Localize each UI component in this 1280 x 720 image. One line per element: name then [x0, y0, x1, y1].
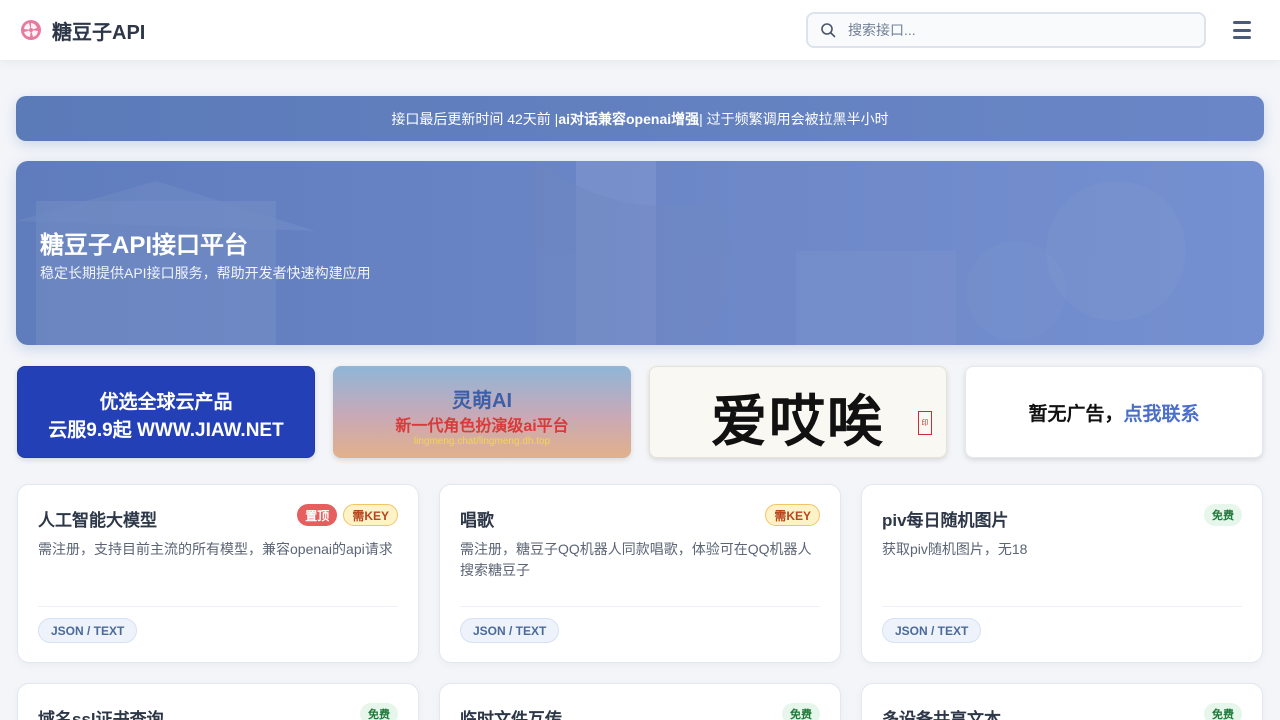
notice-text-3: | 过于频繁调用会被拉黑半小时 — [699, 110, 889, 127]
card-badges: 免费 — [1204, 703, 1242, 720]
card-title: 人工智能大模型 — [38, 511, 157, 530]
needs-key-badge: 需KEY — [343, 504, 398, 526]
api-card-piv[interactable]: piv每日随机图片 免费 获取piv随机图片，无18 JSON / TEXT — [861, 484, 1263, 663]
notice-text-1: 接口最后更新时间 42天前 | — [391, 110, 559, 127]
needs-key-badge: 需KEY — [765, 504, 820, 526]
brand-title[interactable]: 糖豆子API — [52, 16, 145, 45]
notice-banner: 接口最后更新时间 42天前 | ai对话兼容openai增强 | 过于频繁调用会… — [16, 96, 1264, 141]
card-divider — [460, 606, 820, 607]
card-description: 获取piv随机图片，无18 — [882, 541, 1028, 557]
card-badges: 免费 — [1204, 504, 1242, 526]
api-card-ssl[interactable]: 域名ssl证书查询 免费 — [17, 683, 419, 720]
ad-contact-link[interactable]: 点我联系 — [1124, 399, 1200, 426]
api-card-shared-text[interactable]: 多设备共享文本 免费 — [861, 683, 1263, 720]
menu-bar — [1233, 36, 1251, 39]
format-tag: JSON / TEXT — [882, 618, 982, 643]
card-title: 域名ssl证书查询 — [38, 710, 164, 720]
top-header: 糖豆子API — [0, 0, 1280, 60]
card-title: piv每日随机图片 — [882, 511, 1009, 530]
free-badge: 免费 — [1204, 703, 1242, 720]
card-badges: 免费 — [360, 703, 398, 720]
hero-banner: 糖豆子API接口平台 稳定长期提供API接口服务，帮助开发者快速构建应用 — [16, 161, 1264, 345]
candy-logo-icon[interactable] — [20, 19, 42, 41]
ad-lingmeng-line1: 灵萌AI — [452, 390, 512, 412]
card-badges: 需KEY — [765, 504, 820, 526]
ad-lingmeng-line3: lingmeng.chat/lingmeng.dh.top — [413, 436, 551, 447]
menu-bar — [1233, 28, 1251, 32]
hamburger-menu-icon[interactable] — [1232, 20, 1252, 40]
card-title: 唱歌 — [460, 511, 494, 530]
format-tag: JSON / TEXT — [38, 618, 138, 643]
ad-cloud-line1: 优选全球云产品 — [99, 392, 233, 413]
card-title: 多设备共享文本 — [882, 710, 1001, 720]
card-title: 临时文件互传 — [460, 710, 562, 720]
card-badges: 置顶 需KEY — [297, 504, 398, 526]
search-icon — [821, 23, 836, 38]
seal-stamp-icon: 印 — [918, 411, 932, 435]
format-tag: JSON / TEXT — [460, 618, 560, 643]
free-badge: 免费 — [782, 703, 820, 720]
free-badge: 免费 — [360, 703, 398, 720]
api-card-file-transfer[interactable]: 临时文件互传 免费 — [439, 683, 841, 720]
card-divider — [38, 606, 398, 607]
ad-empty-text: 暂无广告， — [1028, 403, 1124, 425]
ad-cloud-line2: 云服9.9起 WWW.JIAW.NET — [48, 420, 284, 441]
card-badges: 免费 — [782, 703, 820, 720]
hero-title: 糖豆子API接口平台 — [40, 232, 249, 259]
ad-cloud-banner[interactable]: 优选全球云产品 云服9.9起 WWW.JIAW.NET — [17, 366, 315, 458]
ad-calligraphy-text: 爱哎唉 — [711, 389, 885, 455]
card-divider — [882, 606, 1242, 607]
api-card-sing[interactable]: 唱歌 需KEY 需注册，糖豆子QQ机器人同款唱歌，体验可在QQ机器人搜索糖豆子 … — [439, 484, 841, 663]
ad-lingmeng-line2: 新一代角色扮演级ai平台 — [395, 418, 569, 435]
search-input[interactable] — [848, 22, 1178, 38]
ad-calligraphy-banner[interactable]: 爱哎唉 印 — [649, 366, 947, 458]
card-description: 需注册，糖豆子QQ机器人同款唱歌，体验可在QQ机器人搜索糖豆子 — [460, 541, 812, 578]
free-badge: 免费 — [1204, 504, 1242, 526]
menu-bar — [1233, 21, 1251, 24]
notice-text-highlight: ai对话兼容openai增强 — [558, 110, 700, 127]
ad-lingmeng-banner[interactable]: 灵萌AI 新一代角色扮演级ai平台 lingmeng.chat/lingmeng… — [333, 366, 631, 458]
card-description: 需注册，支持目前主流的所有模型，兼容openai的api请求 — [38, 541, 393, 557]
hero-subtitle: 稳定长期提供API接口服务，帮助开发者快速构建应用 — [40, 265, 371, 281]
pinned-badge: 置顶 — [297, 504, 338, 526]
ad-empty-banner[interactable]: 暂无广告， 点我联系 — [965, 366, 1263, 458]
search-box[interactable] — [806, 12, 1206, 48]
api-card-llm[interactable]: 人工智能大模型 置顶 需KEY 需注册，支持目前主流的所有模型，兼容openai… — [17, 484, 419, 663]
